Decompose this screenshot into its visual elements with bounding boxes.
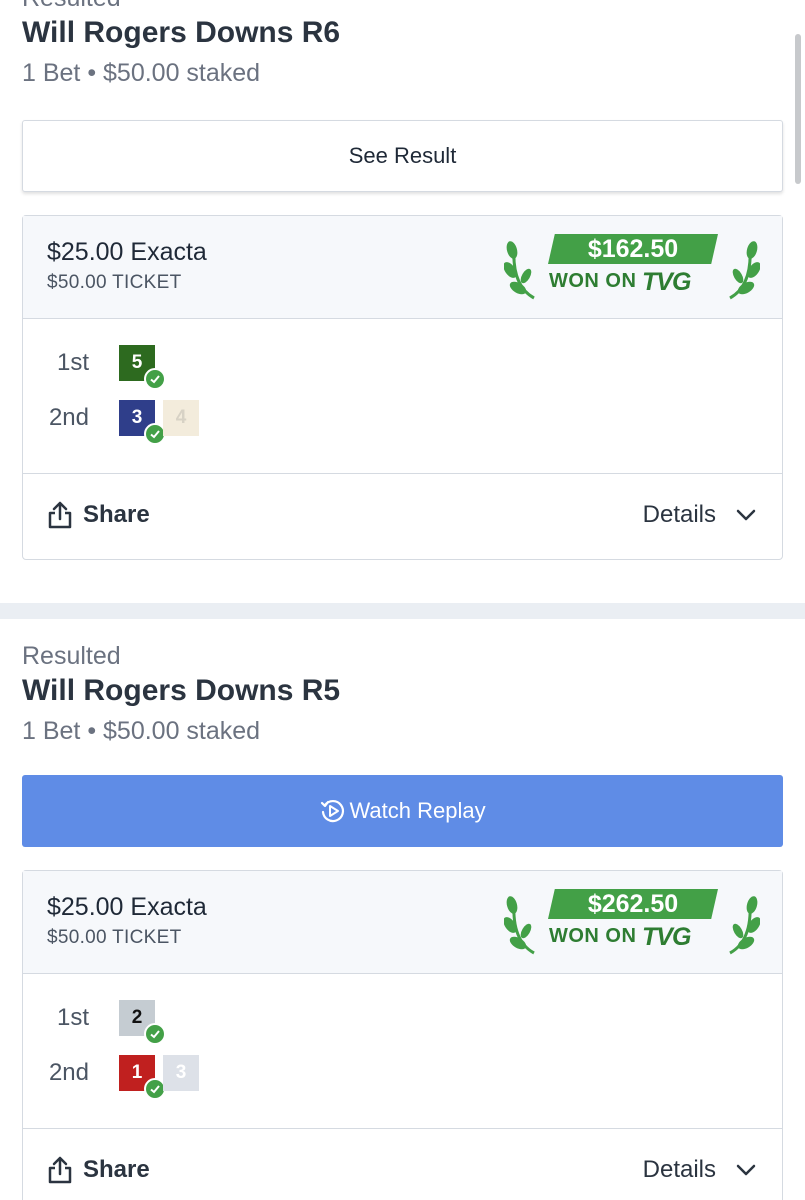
position-label: 2nd bbox=[48, 404, 89, 431]
see-result-label: See Result bbox=[348, 143, 457, 168]
ticket-header: $25.00 Exacta $50.00 TICKET $162.50 WON … bbox=[23, 216, 782, 319]
runner-saddle-cloth: 4 bbox=[163, 400, 199, 436]
chevron-down-icon bbox=[736, 1164, 756, 1176]
ticket-cost: $50.00 TICKET bbox=[47, 272, 182, 293]
laurel-left-icon bbox=[504, 896, 535, 955]
position-label: 2nd bbox=[48, 1059, 89, 1086]
laurel-left-icon bbox=[504, 241, 535, 300]
runner-number: 5 bbox=[131, 352, 143, 373]
ticket-selections: 1st 5 2nd 3 4 bbox=[23, 319, 782, 474]
share-icon bbox=[48, 1156, 72, 1184]
race-status: Resulted bbox=[22, 642, 121, 670]
share-icon bbox=[48, 501, 72, 529]
race-title: Will Rogers Downs R5 bbox=[22, 674, 341, 707]
share-label: Share bbox=[83, 501, 150, 528]
runner-number: 4 bbox=[175, 407, 187, 428]
won-amount: $262.50 bbox=[548, 889, 718, 919]
won-badge: $262.50 WON ON TVG bbox=[504, 889, 760, 957]
runner-saddle-cloth: 1 bbox=[119, 1055, 166, 1100]
position-row-1st: 1st 5 bbox=[23, 343, 166, 390]
laurel-right-icon bbox=[729, 896, 760, 955]
ticket-cost: $50.00 TICKET bbox=[47, 927, 182, 948]
race-summary: 1 Bet • $50.00 staked bbox=[22, 717, 261, 745]
share-label: Share bbox=[83, 1156, 150, 1183]
section-divider bbox=[0, 603, 805, 619]
watch-replay-label: Watch Replay bbox=[349, 798, 486, 823]
bet-ticket-card: $25.00 Exacta $50.00 TICKET $262.50 WON … bbox=[22, 870, 783, 1200]
position-label: 1st bbox=[56, 349, 89, 376]
runner-saddle-cloth: 5 bbox=[119, 345, 166, 390]
bet-ticket-card: $25.00 Exacta $50.00 TICKET $162.50 WON … bbox=[22, 215, 783, 560]
see-result-button[interactable]: See Result bbox=[22, 120, 783, 192]
race-title: Will Rogers Downs R6 bbox=[22, 16, 341, 49]
check-icon bbox=[144, 1023, 166, 1045]
watch-replay-button[interactable]: Watch Replay bbox=[22, 775, 783, 847]
details-label: Details bbox=[642, 501, 716, 528]
race-status: Resulted bbox=[0, 0, 805, 13]
share-button[interactable]: Share bbox=[47, 1156, 150, 1184]
won-amount: $162.50 bbox=[548, 234, 718, 264]
ticket-footer: Share Details bbox=[23, 1129, 782, 1200]
ticket-selections: 1st 2 2nd 1 3 bbox=[23, 974, 782, 1129]
bet-type: $25.00 Exacta bbox=[47, 893, 207, 921]
details-toggle[interactable]: Details bbox=[643, 1156, 756, 1184]
won-label: WON ON bbox=[549, 925, 637, 947]
details-toggle[interactable]: Details bbox=[643, 501, 756, 529]
runner-number: 2 bbox=[131, 1007, 143, 1028]
details-label: Details bbox=[642, 1156, 716, 1183]
ticket-header: $25.00 Exacta $50.00 TICKET $262.50 WON … bbox=[23, 871, 782, 974]
ticket-footer: Share Details bbox=[23, 474, 782, 559]
runner-number: 1 bbox=[131, 1062, 143, 1083]
tvg-logo: TVG bbox=[642, 923, 691, 951]
scrollbar[interactable] bbox=[795, 34, 801, 184]
position-row-2nd: 2nd 3 4 bbox=[23, 398, 207, 445]
tvg-logo: TVG bbox=[642, 268, 691, 296]
race-section-r5: Resulted Will Rogers Downs R5 1 Bet • $5… bbox=[0, 641, 805, 751]
runner-saddle-cloth: 2 bbox=[119, 1000, 166, 1045]
runner-saddle-cloth: 3 bbox=[163, 1055, 199, 1091]
runner-number: 3 bbox=[131, 407, 143, 428]
laurel-right-icon bbox=[729, 241, 760, 300]
race-summary: 1 Bet • $50.00 staked bbox=[22, 59, 261, 87]
runner-saddle-cloth: 3 bbox=[119, 400, 166, 445]
won-badge: $162.50 WON ON TVG bbox=[504, 234, 760, 302]
position-label: 1st bbox=[56, 1004, 89, 1031]
bet-history-page: Resulted Will Rogers Downs R6 1 Bet • $5… bbox=[0, 0, 805, 1200]
chevron-down-icon bbox=[736, 509, 756, 521]
replay-icon bbox=[321, 799, 345, 823]
won-label: WON ON bbox=[549, 270, 637, 292]
bet-type: $25.00 Exacta bbox=[47, 238, 207, 266]
position-row-1st: 1st 2 bbox=[23, 998, 166, 1045]
position-row-2nd: 2nd 1 3 bbox=[23, 1053, 207, 1100]
share-button[interactable]: Share bbox=[47, 501, 150, 529]
check-icon bbox=[144, 368, 166, 390]
race-section-r6: Resulted Will Rogers Downs R6 1 Bet • $5… bbox=[0, 0, 805, 93]
runner-number: 3 bbox=[175, 1062, 187, 1083]
